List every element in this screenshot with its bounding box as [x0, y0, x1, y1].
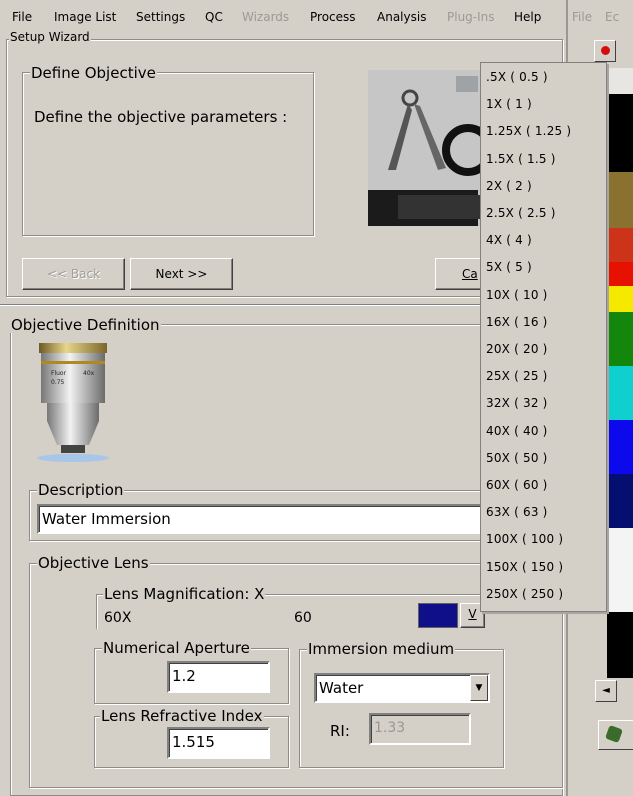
menu-settings[interactable]: Settings — [136, 10, 185, 24]
numerical-aperture-label: Numerical Aperture — [102, 639, 251, 657]
description-title: Description — [37, 481, 125, 499]
immersion-medium-label: Immersion medium — [307, 640, 456, 658]
cancel-button[interactable]: Ca — [435, 258, 485, 290]
menu-wizards[interactable]: Wizards — [242, 10, 289, 24]
select-arrow-button[interactable]: ▼ — [470, 675, 488, 701]
menu-plug-ins[interactable]: Plug-Ins — [447, 10, 495, 24]
magnification-selected: 60X — [104, 610, 132, 626]
lens-label-line3: 0.75 — [51, 379, 65, 386]
numerical-aperture-input[interactable]: 1.2 — [167, 661, 270, 693]
calipers-image — [368, 70, 483, 226]
tool-button[interactable] — [598, 720, 633, 750]
magnification-option[interactable]: 1.5X ( 1.5 ) — [486, 152, 556, 166]
palette-swatch[interactable] — [607, 474, 633, 528]
magnification-option[interactable]: 60X ( 60 ) — [486, 478, 548, 492]
magnification-option[interactable]: 16X ( 16 ) — [486, 315, 548, 329]
setup-wizard-title: Setup Wizard — [9, 29, 91, 45]
instruction-text: Define the objective parameters : — [34, 108, 288, 126]
palette-swatch[interactable] — [607, 312, 633, 366]
menu-process[interactable]: Process — [310, 10, 356, 24]
define-objective-group — [22, 72, 314, 236]
palette-swatch[interactable] — [607, 562, 633, 600]
magnification-option[interactable]: 2X ( 2 ) — [486, 179, 532, 193]
bg-file-menu[interactable]: File — [572, 10, 592, 24]
next-button[interactable]: Next >> — [130, 258, 233, 290]
magnification-value: 60 — [294, 610, 312, 626]
magnification-option[interactable]: 150X ( 150 ) — [486, 560, 563, 574]
magnification-option[interactable]: 32X ( 32 ) — [486, 396, 548, 410]
magnification-option[interactable]: 250X ( 250 ) — [486, 587, 563, 601]
magnification-option[interactable]: .5X ( 0.5 ) — [486, 70, 548, 84]
menu-qc[interactable]: QC — [205, 10, 223, 24]
objective-lens-icon — [37, 343, 109, 462]
magnification-option[interactable]: 63X ( 63 ) — [486, 505, 548, 519]
magnification-option[interactable]: 2.5X ( 2.5 ) — [486, 206, 556, 220]
refractive-index-input[interactable]: 1.515 — [167, 727, 270, 759]
palette-swatch[interactable] — [607, 228, 633, 262]
objective-lens-title: Objective Lens — [37, 554, 150, 572]
magnification-option[interactable]: 100X ( 100 ) — [486, 532, 563, 546]
menu-image-list[interactable]: Image List — [54, 10, 116, 24]
calipers-icon — [368, 70, 483, 226]
palette-swatch[interactable] — [607, 612, 633, 640]
immersion-medium-group — [299, 649, 504, 768]
menu-analysis[interactable]: Analysis — [377, 10, 426, 24]
ri-label: RI: — [330, 722, 350, 740]
red-dot-icon — [601, 46, 610, 55]
magnification-color-swatch[interactable] — [418, 603, 458, 628]
palette-swatch[interactable] — [607, 366, 633, 420]
palette-swatch[interactable] — [607, 94, 633, 132]
red-indicator-button[interactable] — [594, 40, 616, 62]
refractive-index-label: Lens Refractive Index — [100, 707, 264, 725]
palette-swatch[interactable] — [607, 286, 633, 312]
magnification-label: Lens Magnification: X — [103, 585, 266, 603]
immersion-medium-value: Water — [319, 679, 364, 697]
define-objective-title: Define Objective — [30, 64, 157, 82]
tool-icon — [605, 725, 623, 743]
magnification-option[interactable]: 1.25X ( 1.25 ) — [486, 124, 571, 138]
lens-label-line1: Fluor — [51, 370, 67, 377]
menu-file[interactable]: File — [12, 10, 32, 24]
magnification-option[interactable]: 25X ( 25 ) — [486, 369, 548, 383]
scroll-left-button[interactable]: ◄ — [595, 680, 617, 702]
menu-help[interactable]: Help — [514, 10, 541, 24]
palette-swatch[interactable] — [607, 262, 633, 286]
magnification-option[interactable]: 4X ( 4 ) — [486, 233, 532, 247]
immersion-medium-select[interactable]: Water ▼ — [314, 673, 490, 703]
lens-label-line2: 40x — [83, 370, 95, 377]
magnification-option[interactable]: 5X ( 5 ) — [486, 260, 532, 274]
palette-swatch[interactable] — [607, 172, 633, 228]
magnification-option[interactable]: 1X ( 1 ) — [486, 97, 532, 111]
palette-swatch[interactable] — [607, 600, 633, 612]
dropdown-button-label: V — [468, 607, 477, 621]
description-input[interactable]: Water Immersion — [37, 504, 487, 534]
magnification-dropdown-list: .5X ( 0.5 ) 1X ( 1 ) 1.25X ( 1.25 ) 1.5X ( … — [480, 62, 607, 612]
palette-swatch[interactable] — [607, 68, 633, 94]
palette-swatch[interactable] — [607, 420, 633, 474]
magnification-option[interactable]: 50X ( 50 ) — [486, 451, 548, 465]
palette-swatch[interactable] — [607, 132, 633, 172]
objective-definition-title: Objective Definition — [10, 316, 161, 334]
magnification-option[interactable]: 20X ( 20 ) — [486, 342, 548, 356]
bg-edit-menu[interactable]: Ec — [605, 10, 619, 24]
ri-input[interactable]: 1.33 — [369, 713, 471, 745]
magnification-option[interactable]: 10X ( 10 ) — [486, 288, 548, 302]
palette-swatch[interactable] — [607, 640, 633, 678]
palette-swatch[interactable] — [607, 528, 633, 562]
magnification-option[interactable]: 40X ( 40 ) — [486, 424, 548, 438]
back-button[interactable]: << Back — [22, 258, 125, 290]
objective-lens-image: Fluor 40x 0.75 — [33, 343, 113, 468]
cancel-label: Ca — [462, 267, 478, 281]
